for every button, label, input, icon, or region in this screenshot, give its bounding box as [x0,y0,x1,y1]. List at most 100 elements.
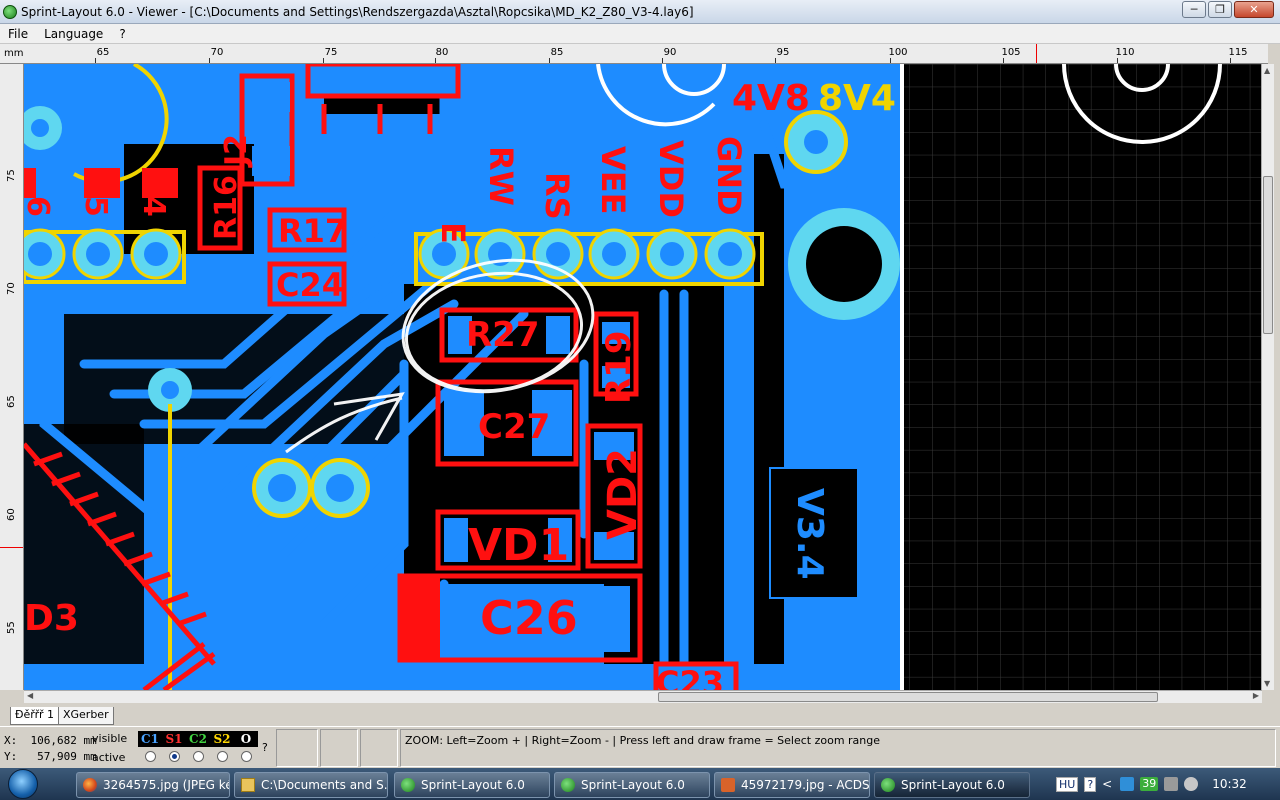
menu-file[interactable]: File [0,27,36,41]
tray-expand-icon[interactable]: < [1102,777,1112,791]
ruler-x-label: 110 [1115,47,1135,58]
pin-label-vdd: VDD [652,140,690,218]
scroll-left-icon[interactable]: ◀ [27,691,33,700]
label-j2: J2 [219,134,254,168]
vertical-scrollbar[interactable]: ▲ ▼ [1261,64,1274,690]
layer-toggle-s1[interactable]: S1 [162,731,186,747]
layer-help-button[interactable]: ? [262,741,268,754]
active-layer-radio-s2[interactable] [216,751,228,762]
ruler-y-label: 65 [6,395,17,408]
active-layer-radio-s1[interactable] [168,751,180,762]
ruler-y-label: 55 [6,621,17,634]
x-label: X: [4,734,18,747]
ruler-x-label: 105 [1001,47,1021,58]
layer-toggle-o[interactable]: O [234,731,258,747]
label-c26: C26 [480,591,578,645]
layout-tabs: Ðěřřř 1 XGerber [0,707,1280,725]
pin-label-6: 6 [24,196,55,217]
status-cell [276,729,318,767]
taskbar-item[interactable]: Sprint-Layout 6.0 [394,772,550,798]
maximize-button[interactable]: ❐ [1208,1,1232,18]
taskbar-item-label: Sprint-Layout 6.0 [421,778,525,792]
taskbar-item-label: Sprint-Layout 6.0 [901,778,1005,792]
ruler-unit: mm [4,48,24,59]
menu-language[interactable]: Language [36,27,111,41]
menu-help[interactable]: ? [111,27,133,41]
horizontal-scroll-thumb[interactable] [658,692,1158,702]
window-title: Sprint-Layout 6.0 - Viewer - [C:\Documen… [21,4,694,19]
layer-toggle-s2[interactable]: S2 [210,731,234,747]
y-label: Y: [4,750,18,763]
taskbar-item-label: 45972179.jpg - ACDS... [741,778,870,792]
label-c24: C24 [276,266,344,304]
layer-panel: visible active C1 S1 C2 S2 O [90,729,258,767]
cursor-coordinates: X: 106,682 mm Y: 57,909 mm [4,733,97,765]
label-d3: D3 [24,598,79,639]
x-value: 106,682 mm [30,734,97,747]
vertical-scroll-thumb[interactable] [1263,176,1273,334]
ruler-cursor-marker [1036,44,1037,63]
ruler-x-label: 65 [96,47,110,58]
horizontal-scrollbar[interactable]: ◀ ▶ [24,690,1262,703]
label-8v4: 8V4 [818,78,896,119]
taskbar: 3264575.jpg (JPEG ké... C:\Documents and… [0,768,1280,800]
taskbar-item-label: 3264575.jpg (JPEG ké... [103,778,229,792]
tab-layout-1[interactable]: Ðěřřř 1 [10,707,59,725]
visible-label: visible [92,732,128,745]
badge-tray-icon[interactable]: 39 [1140,777,1159,791]
pcb-drawing[interactable]: R17 C24 R16 J2 R27 R19 C27 VD2 VD1 C26 C… [24,64,1262,690]
active-layer-radio-c1[interactable] [144,751,156,762]
close-button[interactable]: ✕ [1234,1,1274,18]
pin-label-5: 5 [78,196,113,217]
firefox-icon [83,778,97,792]
ruler-y-label: 70 [6,282,17,295]
tab-xgerber[interactable]: XGerber [57,707,114,725]
status-cell [320,729,358,767]
system-tray: HU ? < 39 10:32 [1056,768,1280,800]
layer-toggle-c2[interactable]: C2 [186,731,210,747]
scroll-right-icon[interactable]: ▶ [1253,691,1259,700]
clock[interactable]: 10:32 [1212,777,1247,791]
scroll-up-icon[interactable]: ▲ [1264,66,1270,75]
sprint-layout-icon [561,778,575,792]
label-c23: C23 [656,664,724,690]
taskbar-item[interactable]: 3264575.jpg (JPEG ké... [76,772,230,798]
ruler-x-label: 80 [435,47,449,58]
taskbar-item[interactable]: C:\Documents and S... [234,772,388,798]
minimize-button[interactable]: ─ [1182,1,1206,18]
horizontal-ruler: mm 65 70 75 80 85 90 95 100 105 110 115 [0,44,1268,64]
taskbar-item-label: Sprint-Layout 6.0 [581,778,685,792]
title-bar: Sprint-Layout 6.0 - Viewer - [C:\Documen… [0,0,1280,24]
help-tray-icon[interactable]: ? [1084,776,1097,792]
sprint-layout-icon [881,778,895,792]
board-edge [900,64,904,690]
taskbar-item[interactable]: 45972179.jpg - ACDS... [714,772,870,798]
ruler-x-label: 70 [210,47,224,58]
ruler-y-label: 75 [6,169,17,182]
ruler-cursor-marker [0,547,23,548]
label-c27: C27 [478,407,550,447]
tray-app-icon[interactable] [1164,777,1179,791]
network-icon[interactable] [1120,777,1135,791]
start-button[interactable] [8,769,38,799]
pin-label-rs: RS [538,172,576,220]
layer-toggle-c1[interactable]: C1 [138,731,162,747]
pcb-canvas[interactable]: R17 C24 R16 J2 R27 R19 C27 VD2 VD1 C26 C… [24,64,1262,690]
scroll-down-icon[interactable]: ▼ [1264,679,1270,688]
sprint-layout-icon [401,778,415,792]
taskbar-item-active[interactable]: Sprint-Layout 6.0 [874,772,1030,798]
vertical-ruler: 75 70 65 60 55 [0,64,24,690]
active-layer-radio-c2[interactable] [192,751,204,762]
volume-icon[interactable] [1184,777,1199,791]
active-layer-radio-o[interactable] [240,751,252,762]
status-hint-panel: ZOOM: Left=Zoom + | Right=Zoom - | Press… [400,729,1276,767]
pin-label-e: E [434,222,472,244]
ruler-x-label: 115 [1228,47,1248,58]
language-indicator[interactable]: HU [1056,776,1079,792]
pin-label-gnd: GND [710,136,748,216]
ruler-x-label: 75 [324,47,338,58]
taskbar-item[interactable]: Sprint-Layout 6.0 [554,772,710,798]
ruler-x-label: 90 [663,47,677,58]
label-r19: R19 [599,331,639,405]
taskbar-item-label: C:\Documents and S... [261,778,388,792]
